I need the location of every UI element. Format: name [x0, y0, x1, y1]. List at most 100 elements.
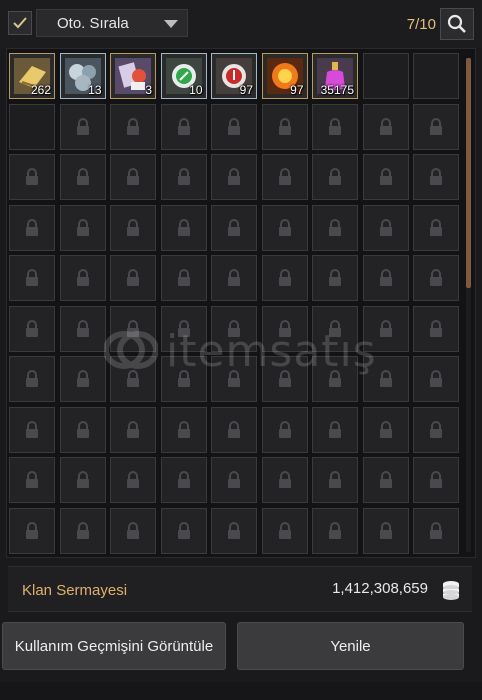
view-usage-history-button[interactable]: Kullanım Geçmişini Görüntüle [2, 622, 226, 670]
locked-slot [9, 406, 55, 453]
scroll-item[interactable]: 262 [9, 53, 55, 99]
item-count: 13 [88, 83, 102, 97]
locked-slot [312, 204, 358, 251]
locked-slot [59, 305, 106, 352]
locked-slot [110, 507, 156, 554]
locked-slot [160, 406, 207, 453]
lock-icon [430, 218, 442, 236]
item-count: 35175 [320, 83, 354, 97]
capacity-counter: 7/10 [406, 16, 436, 33]
lock-icon [177, 269, 190, 286]
locked-slot [160, 305, 207, 352]
locked-slot [312, 255, 358, 301]
locked-slot [362, 406, 409, 453]
locked-slot [59, 356, 106, 402]
empty-slot[interactable] [362, 53, 409, 99]
lock-icon [329, 319, 341, 337]
lock-icon [278, 218, 291, 236]
locked-slot [160, 204, 207, 251]
lock-icon [379, 168, 392, 185]
locked-slot [160, 154, 207, 200]
locked-slot [9, 204, 55, 251]
locked-slot [261, 103, 308, 150]
lock-icon [379, 269, 392, 286]
coin-stack-icon [443, 581, 459, 600]
empty-slot[interactable] [9, 103, 55, 150]
item-count: 10 [189, 83, 203, 97]
lock-icon [329, 471, 341, 488]
locked-slot [211, 457, 257, 503]
locked-slot [211, 255, 257, 301]
lock-icon [177, 319, 190, 337]
locked-slot [160, 255, 207, 301]
locked-slot [312, 154, 358, 200]
red-ring-item[interactable]: 97 [211, 53, 257, 99]
lock-icon [177, 218, 190, 236]
clan-funds-value: 1,412,308,659 [332, 580, 428, 597]
pink-potion-item[interactable]: 35175 [312, 53, 358, 99]
clan-funds-label: Klan Sermayesi [22, 582, 128, 599]
lock-icon [430, 117, 442, 135]
grid-scrollbar[interactable] [466, 58, 471, 552]
item-count: 262 [30, 83, 51, 97]
lock-icon [26, 269, 38, 286]
locked-slot [261, 154, 308, 200]
locked-slot [9, 356, 55, 402]
locked-slot [110, 356, 156, 402]
locked-slot [413, 406, 459, 453]
lock-icon [228, 319, 240, 337]
locked-slot [9, 507, 55, 554]
item-count: 97 [239, 83, 253, 97]
empty-slot[interactable] [413, 53, 459, 99]
fire-orb-item[interactable]: 97 [261, 53, 308, 99]
item-count: 97 [290, 83, 304, 97]
locked-slot [59, 507, 106, 554]
locked-slot [413, 507, 459, 554]
locked-slot [413, 204, 459, 251]
locked-slot [362, 154, 409, 200]
orb-bundle-item[interactable]: 13 [59, 53, 106, 99]
locked-slot [160, 356, 207, 402]
lock-icon [76, 521, 89, 539]
locked-slot [261, 305, 308, 352]
auto-sort-checkbox[interactable] [8, 11, 32, 35]
locked-slot [362, 204, 409, 251]
locked-slot [59, 204, 106, 251]
locked-slot [261, 204, 308, 251]
lock-icon [127, 269, 139, 286]
locked-slot [413, 457, 459, 503]
lock-icon [177, 471, 190, 488]
locked-slot [9, 305, 55, 352]
locked-slot [312, 103, 358, 150]
inventory-toolbar: Oto. Sırala 7/10 [0, 0, 482, 48]
spirit-card-item[interactable]: 3 [110, 53, 156, 99]
lock-icon [379, 370, 392, 387]
locked-slot [59, 457, 106, 503]
lock-icon [379, 420, 392, 438]
lock-icon [430, 319, 442, 337]
locked-slot [261, 507, 308, 554]
search-button[interactable] [440, 8, 474, 40]
lock-icon [278, 471, 291, 488]
lock-icon [430, 269, 442, 286]
lock-icon [26, 420, 38, 438]
lock-icon [177, 370, 190, 387]
lock-icon [76, 420, 89, 438]
lock-icon [278, 319, 291, 337]
lock-icon [379, 319, 392, 337]
lock-icon [329, 521, 341, 539]
lock-icon [26, 370, 38, 387]
lock-icon [76, 269, 89, 286]
lock-icon [26, 319, 38, 337]
scrollbar-thumb[interactable] [466, 58, 471, 288]
lock-icon [329, 269, 341, 286]
sort-dropdown[interactable]: Oto. Sırala [36, 9, 188, 37]
locked-slot [110, 457, 156, 503]
lock-icon [278, 370, 291, 387]
locked-slot [261, 255, 308, 301]
locked-slot [9, 154, 55, 200]
green-ring-item[interactable]: 10 [160, 53, 207, 99]
refresh-button[interactable]: Yenile [237, 622, 464, 670]
lock-icon [228, 370, 240, 387]
locked-slot [110, 154, 156, 200]
